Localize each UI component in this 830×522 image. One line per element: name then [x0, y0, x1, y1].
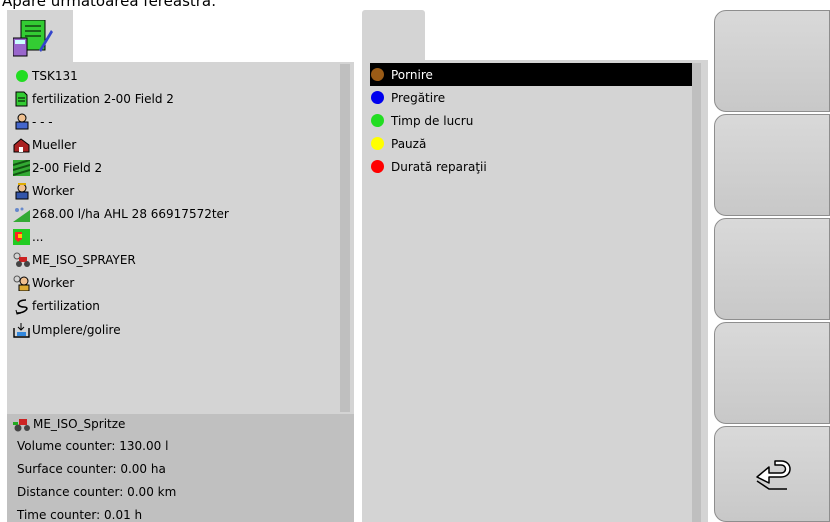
work-status-item[interactable]: Pornire	[370, 63, 692, 87]
task-calculator-icon	[13, 20, 53, 57]
task-detail-label: Mueller	[32, 137, 77, 152]
task-detail-label: Worker	[32, 276, 75, 291]
task-detail-label: - - -	[32, 114, 53, 129]
task-detail-row[interactable]: Worker	[13, 272, 338, 295]
softkey-4[interactable]	[714, 322, 830, 424]
document-icon	[13, 90, 30, 107]
surface-counter: Surface counter: 0.00 ha	[17, 462, 166, 476]
caption: Apare următoarea fereastră:	[2, 0, 217, 10]
softkey-1[interactable]	[714, 10, 830, 112]
status-tab[interactable]	[362, 10, 425, 60]
distance-counter: Distance counter: 0.00 km	[17, 485, 177, 499]
task-detail-row[interactable]: fertilization 2-00 Field 2	[13, 87, 338, 110]
work-status-label: Pregătire	[391, 90, 446, 105]
softkey-3[interactable]	[714, 218, 830, 320]
task-detail-row[interactable]: 268.00 l/ha AHL 28 66917572ter	[13, 203, 338, 226]
status-dot-icon	[371, 91, 384, 105]
work-status-list: Pornire Pregătire Timp de lucru Pauză Durată…	[370, 63, 692, 178]
task-detail-label: ...	[32, 230, 44, 245]
task-details-list: TSK131 fertilization 2-00 Field 2 - - - Mue…	[13, 64, 338, 341]
map-icon	[13, 229, 30, 246]
work-status-label: Pauză	[391, 136, 427, 151]
farm-icon	[13, 136, 30, 153]
task-detail-label: fertilization 2-00 Field 2	[32, 91, 174, 106]
task-detail-row[interactable]: 2-00 Field 2	[13, 156, 338, 179]
work-status-label: Timp de lucru	[391, 113, 474, 128]
status-dot-icon	[371, 160, 384, 174]
counters-panel: ME_ISO_Spritze Volume counter: 130.00 l …	[7, 414, 354, 522]
work-status-panel: Pornire Pregătire Timp de lucru Pauză Durată…	[362, 60, 708, 522]
back-button[interactable]	[714, 426, 830, 522]
device-name: ME_ISO_Spritze	[33, 417, 126, 431]
task-detail-label: Umplere/golire	[32, 322, 121, 337]
work-status-item[interactable]: Pauză	[370, 132, 692, 155]
task-detail-row[interactable]: Worker	[13, 179, 338, 202]
worker-icon	[13, 182, 30, 200]
middle-scrollbar[interactable]	[692, 63, 701, 522]
task-detail-row[interactable]: TSK131	[13, 64, 338, 87]
work-status-label: Pornire	[391, 67, 433, 82]
task-tab[interactable]	[7, 10, 73, 62]
task-detail-label: 268.00 l/ha AHL 28 66917572ter	[32, 207, 229, 222]
time-counter: Time counter: 0.01 h	[17, 508, 143, 522]
status-dot-icon	[371, 114, 384, 128]
task-detail-label: ME_ISO_SPRAYER	[32, 253, 136, 268]
task-detail-row[interactable]: - - -	[13, 110, 338, 133]
task-detail-label: TSK131	[32, 68, 78, 83]
status-dot-icon	[371, 137, 384, 151]
task-detail-label: 2-00 Field 2	[32, 160, 103, 175]
softkey-2[interactable]	[714, 114, 830, 216]
left-scrollbar[interactable]	[340, 64, 350, 412]
machine-icon	[13, 252, 30, 269]
work-status-label: Durată reparaţii	[391, 159, 487, 174]
task-details-panel: TSK131 fertilization 2-00 Field 2 - - - Mue…	[7, 62, 354, 522]
fill-empty-icon	[13, 321, 30, 338]
work-status-item[interactable]: Timp de lucru	[370, 109, 692, 132]
green-dot-icon	[13, 67, 30, 84]
product-icon	[13, 206, 30, 223]
operation-icon	[13, 298, 30, 315]
status-dot-icon	[371, 68, 384, 82]
volume-counter: Volume counter: 130.00 l	[17, 439, 169, 453]
task-detail-label: fertilization	[32, 299, 100, 314]
task-detail-row[interactable]: fertilization	[13, 295, 338, 318]
work-status-item[interactable]: Durată reparaţii	[370, 155, 692, 178]
work-status-item[interactable]: Pregătire	[370, 86, 692, 109]
back-arrow-icon	[756, 460, 791, 490]
task-detail-row[interactable]: ME_ISO_SPRAYER	[13, 249, 338, 272]
worker-gear-icon	[13, 275, 30, 292]
task-detail-label: Worker	[32, 184, 75, 199]
task-detail-row[interactable]: Mueller	[13, 133, 338, 156]
task-detail-row[interactable]: ...	[13, 226, 338, 249]
field-icon	[13, 159, 30, 176]
tractor-icon	[13, 419, 30, 432]
customer-icon	[13, 113, 30, 130]
task-detail-row[interactable]: Umplere/golire	[13, 318, 338, 341]
